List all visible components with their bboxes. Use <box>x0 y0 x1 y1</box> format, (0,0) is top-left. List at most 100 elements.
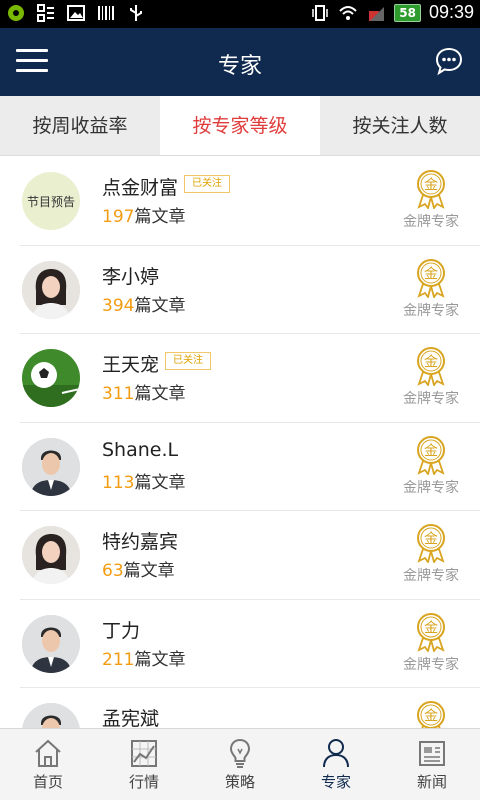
expert-level: 金金牌专家 <box>400 523 462 585</box>
app-notification-icon <box>8 5 24 21</box>
nav-strategy[interactable]: 策略 <box>192 729 288 800</box>
svg-text:金: 金 <box>424 178 438 194</box>
article-count: 63篇文章 <box>102 556 175 581</box>
article-count: 311篇文章 <box>102 379 185 404</box>
status-notifications <box>6 3 146 23</box>
article-count-number: 311 <box>102 384 135 404</box>
battery-level: 58 <box>394 3 421 22</box>
expert-level-label: 金牌专家 <box>403 302 459 319</box>
nav-experts[interactable]: 专家 <box>288 729 384 800</box>
expert-level-label: 金牌专家 <box>403 656 459 673</box>
nav-market[interactable]: 行情 <box>96 729 192 800</box>
expert-row[interactable]: 特约嘉宾 63篇文章 金金牌专家 <box>20 511 480 600</box>
expert-row[interactable]: 李小婷 394篇文章 金金牌专家 <box>20 246 480 334</box>
svg-text:金: 金 <box>424 355 438 371</box>
gold-medal-icon: 金 <box>417 258 445 298</box>
avatar[interactable] <box>22 703 80 728</box>
gold-medal-icon: 金 <box>417 701 445 728</box>
image-icon <box>67 5 85 21</box>
nav-label: 策略 <box>224 773 255 791</box>
expert-row[interactable]: 孟宪斌 金 <box>20 688 480 728</box>
expert-list: 节目预告 点金财富 已关注 197篇文章金金牌专家 李小婷 394篇文章金金牌专家 王天宠已… <box>0 157 480 728</box>
nav-news[interactable]: 新闻 <box>384 729 480 800</box>
nav-label: 首页 <box>32 773 63 791</box>
person-icon <box>323 739 349 768</box>
expert-name: 特约嘉宾 <box>102 531 179 553</box>
gold-medal-icon: 金 <box>417 170 445 209</box>
avatar[interactable] <box>22 614 80 673</box>
svg-text:金: 金 <box>424 620 438 636</box>
bottom-nav: 首页 行情 策略 专家 新闻 <box>0 728 480 800</box>
article-count-suffix: 篇文章 <box>134 295 186 316</box>
app-header: 专家 <box>0 28 480 96</box>
home-icon <box>35 739 61 767</box>
expert-level: 金金牌专家 <box>400 346 462 408</box>
expert-level: 金金牌专家 <box>400 435 462 497</box>
gold-medal-icon: 金 <box>417 524 445 563</box>
page-title: 专家 <box>217 54 262 79</box>
tab-expert-level[interactable]: 按专家等级 <box>160 96 320 155</box>
expert-level-label: 金牌专家 <box>403 568 459 584</box>
gold-medal-icon: 金 <box>417 347 445 386</box>
avatar[interactable] <box>22 260 80 319</box>
article-count-suffix: 篇文章 <box>134 649 186 670</box>
tab-followers[interactable]: 按关注人数 <box>320 96 480 155</box>
expert-row[interactable]: Shane.L 113篇文章 金金牌专家 <box>20 423 480 511</box>
article-count-number: 63 <box>102 561 124 581</box>
nav-home[interactable]: 首页 <box>0 729 96 800</box>
svg-text:金: 金 <box>424 532 438 548</box>
expert-row[interactable]: 丁力 211篇文章 金金牌专家 <box>20 600 480 688</box>
expert-level-label: 金牌专家 <box>403 479 459 496</box>
avatar[interactable] <box>22 526 80 584</box>
man-portrait-image <box>22 703 80 728</box>
news-icon <box>419 741 445 766</box>
status-bar: 58 09:39 <box>0 0 480 28</box>
article-count-suffix: 篇文章 <box>134 384 186 404</box>
svg-text:金: 金 <box>424 443 438 459</box>
nav-label: 新闻 <box>416 773 447 791</box>
usb-icon <box>130 5 142 21</box>
man-portrait-image <box>22 437 80 496</box>
article-count-number: 113 <box>102 472 135 493</box>
sort-tabs: 按周收益率 按专家等级 按关注人数 <box>0 96 480 156</box>
svg-text:金: 金 <box>424 266 438 282</box>
barcode-icon <box>98 6 114 20</box>
status-time: 09:39 <box>428 2 474 22</box>
article-count-number: 197 <box>102 207 135 227</box>
expert-row[interactable]: 节目预告 点金财富 已关注 197篇文章 金金牌专家 <box>20 157 480 246</box>
svg-text:金: 金 <box>424 709 438 725</box>
expert-row[interactable]: 王天宠 已关注 311篇文章 金金牌专家 <box>20 334 480 423</box>
woman-portrait-image <box>22 260 80 319</box>
avatar-text: 节目预告 <box>22 172 80 230</box>
expert-level: 金金牌专家 <box>400 258 462 320</box>
woman-portrait-image <box>22 526 80 584</box>
avatar[interactable] <box>22 349 80 407</box>
article-count-suffix: 篇文章 <box>134 207 186 227</box>
lightbulb-icon <box>229 738 251 768</box>
followed-badge: 已关注 <box>184 175 230 193</box>
article-count-number: 211 <box>102 649 135 670</box>
article-count: 197篇文章 <box>102 202 185 227</box>
man-portrait-image <box>22 614 80 673</box>
article-count-suffix: 篇文章 <box>123 561 175 581</box>
article-count-number: 394 <box>102 295 135 316</box>
article-count-suffix: 篇文章 <box>134 472 186 493</box>
avatar[interactable] <box>22 437 80 496</box>
expert-name: 孟宪斌 <box>102 708 160 728</box>
avatar[interactable]: 节目预告 <box>22 172 80 230</box>
status-system: 58 09:39 <box>310 2 474 23</box>
qr-icon <box>37 4 54 22</box>
soccer-ball-image <box>22 349 80 407</box>
wifi-icon <box>339 5 357 20</box>
article-count: 394篇文章 <box>102 291 185 316</box>
article-count: 211篇文章 <box>102 645 185 670</box>
expert-name: Shane.L <box>102 438 179 461</box>
expert-name: 李小婷 <box>102 265 160 288</box>
expert-level-label: 金牌专家 <box>403 214 459 230</box>
expert-level-label: 金牌专家 <box>403 391 459 407</box>
expert-level: 金金牌专家 <box>400 612 462 674</box>
tab-weekly-return[interactable]: 按周收益率 <box>0 96 160 155</box>
nav-label: 专家 <box>320 773 351 791</box>
vibrate-icon <box>312 4 328 21</box>
chat-button[interactable] <box>434 46 464 76</box>
